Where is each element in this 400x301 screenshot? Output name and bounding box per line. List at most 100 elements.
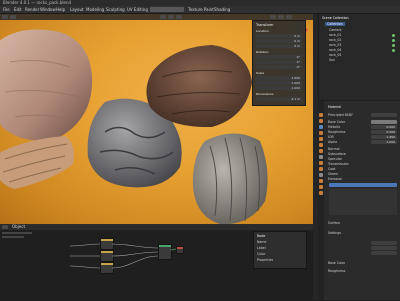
tab-constraints-icon[interactable] (319, 173, 323, 177)
shading-material-button[interactable] (278, 15, 284, 19)
tab-modifiers-icon[interactable] (319, 155, 323, 159)
props-row: IOR (328, 135, 334, 139)
tab-texture-paint[interactable]: Texture Paint (188, 7, 214, 12)
props-row[interactable]: Coat (328, 167, 335, 171)
menu-file[interactable]: File (3, 7, 10, 12)
outliner-row[interactable]: rock_04 (329, 48, 341, 52)
tab-world-icon[interactable] (319, 143, 323, 147)
active-slot-bar[interactable] (329, 183, 397, 187)
node-editor-sidebar: Node Name Label Color Properties (253, 231, 307, 269)
props-row[interactable]: Emission (328, 177, 342, 181)
metallic-field[interactable]: 0.000 (371, 125, 397, 129)
tab-particles-icon[interactable] (319, 161, 323, 165)
eye-icon[interactable] (392, 39, 395, 42)
rock-top-center[interactable] (142, 42, 254, 130)
props-section-roughness[interactable]: Roughness (328, 269, 345, 273)
tab-shading[interactable]: Shading (214, 7, 230, 12)
editor-type-button[interactable] (2, 15, 8, 19)
scale-z-field[interactable]: 1.000 (256, 86, 302, 90)
props-row[interactable]: Specular (328, 157, 342, 161)
alpha-field[interactable]: 1.000 (371, 140, 397, 144)
props-row[interactable]: Transmission (328, 162, 349, 166)
transform-orientation-button[interactable] (160, 15, 166, 19)
props-field[interactable] (371, 246, 397, 250)
sidebar-properties-row[interactable]: Properties (257, 258, 273, 262)
outliner-row[interactable]: Scene Collection (322, 16, 349, 20)
props-row: Base Color (328, 120, 346, 124)
material-slot-list[interactable] (329, 189, 397, 215)
npanel-transform-header[interactable]: Transform (256, 23, 302, 27)
sidebar-color-row[interactable]: Color (257, 252, 265, 256)
props-row[interactable]: Sheen (328, 172, 338, 176)
props-row: Metallic (328, 125, 341, 129)
tab-uv-editing[interactable]: UV Editing (127, 7, 148, 12)
view-menu-button[interactable] (10, 15, 16, 19)
props-row: Roughness (328, 130, 346, 134)
menu-window[interactable]: Window (40, 7, 56, 12)
snap-button[interactable] (168, 15, 174, 19)
base-color-swatch[interactable] (371, 120, 397, 124)
location-z-field[interactable]: 0 m (256, 44, 302, 48)
outliner-row[interactable]: rock_05 (329, 53, 341, 57)
rotation-x-field[interactable]: 0° (256, 55, 302, 59)
props-section-surface[interactable]: Surface (328, 221, 340, 225)
roughness-field[interactable]: 0.500 (371, 130, 397, 134)
menu-bar: File Edit Render Window Help Layout Mode… (0, 6, 400, 14)
eye-icon[interactable] (392, 34, 395, 37)
menu-help[interactable]: Help (56, 7, 65, 12)
rock-bottom-left[interactable] (0, 134, 77, 194)
props-field[interactable] (371, 251, 397, 255)
dimension-x-field[interactable]: 2.1 m (256, 97, 302, 101)
scale-y-field[interactable]: 1.000 (256, 81, 302, 85)
eye-icon[interactable] (392, 44, 395, 47)
properties-editor: Material Principled BSDF Base Color Meta… (318, 101, 400, 300)
tab-texture-icon[interactable] (319, 191, 323, 195)
menu-render[interactable]: Render (25, 7, 39, 12)
outliner-row[interactable]: rock_01 (329, 33, 341, 37)
tab-render-icon[interactable] (319, 119, 323, 123)
npanel-dimensions-label: Dimensions (256, 92, 274, 96)
rock-bottom-right[interactable] (190, 126, 272, 224)
ior-field[interactable]: 1.450 (371, 135, 397, 139)
tab-output-icon[interactable] (319, 125, 323, 129)
props-section-material[interactable]: Material (328, 105, 341, 109)
location-y-field[interactable]: 0 m (256, 39, 302, 43)
menu-edit[interactable]: Edit (14, 7, 22, 12)
scale-x-field[interactable]: 1.000 (256, 76, 302, 80)
sidebar-node-header[interactable]: Node (257, 234, 265, 238)
tab-view-layer-icon[interactable] (319, 131, 323, 135)
outliner-row[interactable]: Collection (325, 22, 345, 26)
shader-selector[interactable] (371, 113, 397, 117)
outliner-row[interactable]: rock_03 (329, 43, 341, 47)
tab-material-icon[interactable] (319, 185, 323, 189)
tab-sculpting[interactable]: Sculpting (106, 7, 125, 12)
eye-icon[interactable] (392, 49, 395, 52)
proportional-edit-button[interactable] (176, 15, 182, 19)
shading-solid-button[interactable] (270, 15, 276, 19)
outliner-row[interactable]: Sun (329, 58, 335, 62)
props-field[interactable] (371, 241, 397, 245)
props-row[interactable]: Subsurface (328, 152, 346, 156)
outliner-row[interactable]: rock_02 (329, 38, 341, 42)
tab-data-icon[interactable] (319, 179, 323, 183)
tab-modeling[interactable]: Modeling (86, 7, 104, 12)
props-section-base-color[interactable]: Base Color (328, 261, 345, 265)
editor-type-button[interactable] (2, 225, 8, 229)
tab-object-icon[interactable] (319, 149, 323, 153)
shading-rendered-button[interactable] (286, 15, 292, 19)
location-x-field[interactable]: 0 m (256, 34, 302, 38)
rotation-y-field[interactable]: 0° (256, 60, 302, 64)
active-workspace-tab[interactable] (150, 7, 184, 12)
npanel-location-label: Location (256, 29, 269, 33)
outliner-row[interactable]: Camera (329, 28, 342, 32)
props-row[interactable]: Normal (328, 147, 340, 151)
rock-top-left[interactable] (0, 22, 95, 147)
tab-layout[interactable]: Layout (70, 7, 84, 12)
tab-scene-icon[interactable] (319, 137, 323, 141)
npanel-rotation-label: Rotation (256, 50, 269, 54)
props-section-settings[interactable]: Settings (328, 231, 341, 235)
rotation-z-field[interactable]: 0° (256, 65, 302, 69)
tab-physics-icon[interactable] (319, 167, 323, 171)
node-editor-object-label[interactable]: Object (12, 224, 25, 229)
tab-tool-icon[interactable] (319, 113, 323, 117)
